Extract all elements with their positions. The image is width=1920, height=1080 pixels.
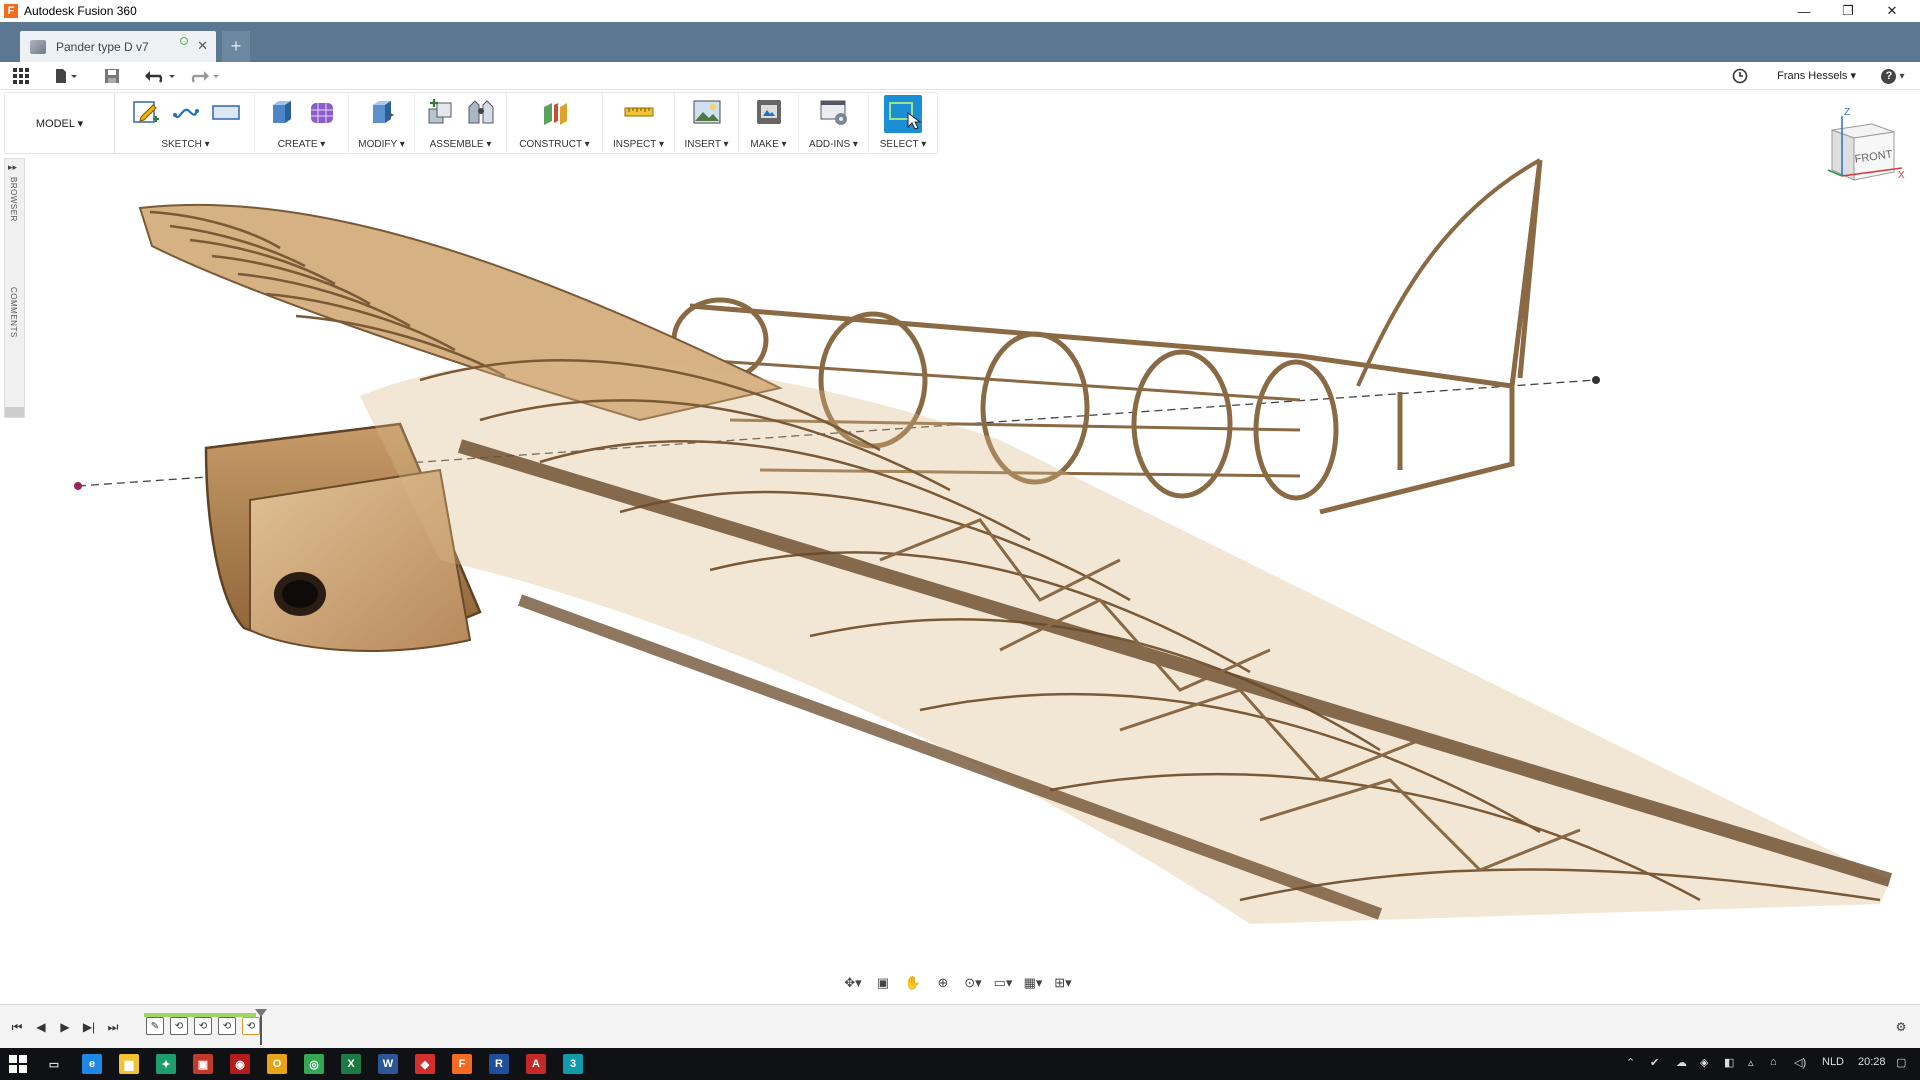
timeline-feature[interactable]: ⟲ [242, 1017, 260, 1035]
help-icon: ? [1881, 68, 1897, 84]
timeline: ⏮ ◀ ▶ ▶| ⏭ ✎ ⟲ ⟲ ⟲ ⟲ ⚙ [0, 1004, 1920, 1048]
title-bar: F Autodesk Fusion 360 — ❐ ✕ [0, 0, 1920, 22]
tray-overflow-icon[interactable]: ⌃ [1626, 1056, 1635, 1069]
sync-status-icon [180, 37, 188, 45]
file-menu-icon[interactable] [52, 67, 80, 85]
close-tab-icon[interactable]: ✕ [197, 38, 208, 54]
autocad-taskbar-icon[interactable]: A [526, 1054, 546, 1074]
tray-app-icon[interactable]: ☁ [1676, 1056, 1687, 1069]
viewports-icon[interactable]: ⊞▾ [1051, 973, 1075, 993]
orbit-icon[interactable]: ✥▾ [841, 973, 865, 993]
close-window-button[interactable]: ✕ [1870, 0, 1914, 22]
app-yellow-taskbar-icon[interactable]: O [267, 1054, 287, 1074]
data-panel-grid-icon[interactable] [12, 67, 30, 85]
windows-taskbar: ▭ e ▆ ✦ ▣ ◉ O ◎ X W ◆ F R A 3 ⌃ ✔ ☁ ◈ ◧ ▵ ⌂ ◁) NLD 20… [0, 1048, 1920, 1080]
user-account-menu[interactable]: Frans Hessels ▾ [1777, 69, 1856, 82]
tray-app-icon[interactable]: ✔ [1650, 1056, 1659, 1069]
app-acrobat-taskbar-icon[interactable]: ◆ [415, 1054, 435, 1074]
user-name: Frans Hessels [1777, 70, 1848, 82]
save-icon[interactable] [102, 67, 122, 85]
pan-hand-icon[interactable]: ✋ [901, 973, 925, 993]
look-at-icon[interactable]: ▣ [871, 973, 895, 993]
document-tab-strip: Pander type D v7 ✕ + [0, 22, 1920, 62]
explorer-taskbar-icon[interactable]: ▆ [119, 1054, 139, 1074]
timeline-sketch-feature[interactable]: ✎ [146, 1017, 164, 1035]
tray-app-icon[interactable]: ◧ [1724, 1056, 1734, 1069]
redo-icon[interactable] [186, 67, 222, 85]
timeline-marker-handle[interactable] [255, 1009, 267, 1017]
document-tab[interactable]: Pander type D v7 ✕ [20, 31, 216, 62]
go-to-start-icon[interactable]: ⏮ [8, 1018, 26, 1036]
display-settings-icon[interactable]: ▭▾ [991, 973, 1015, 993]
document-tab-label: Pander type D v7 [56, 39, 149, 54]
excel-taskbar-icon[interactable]: X [341, 1054, 361, 1074]
help-chevron-down-icon: ▾ [1899, 70, 1905, 82]
navigation-bar: ✥▾ ▣ ✋ ⊕ ⊙▾ ▭▾ ▦▾ ⊞▾ [835, 970, 1085, 996]
timeline-feature[interactable]: ⟲ [218, 1017, 236, 1035]
fit-zoom-icon[interactable]: ⊙▾ [961, 973, 985, 993]
undo-icon[interactable] [142, 67, 178, 85]
step-forward-icon[interactable]: ▶| [80, 1018, 98, 1036]
window-title: Autodesk Fusion 360 [24, 4, 137, 18]
volume-icon[interactable]: ◁) [1794, 1056, 1806, 1069]
step-back-icon[interactable]: ◀ [32, 1018, 50, 1036]
help-menu[interactable]: ? ▾ [1876, 67, 1910, 85]
network-icon[interactable]: ⌂ [1770, 1056, 1777, 1068]
fusion-taskbar-icon[interactable]: F [452, 1054, 472, 1074]
task-view-icon[interactable]: ▭ [44, 1054, 64, 1074]
tray-app-icon[interactable]: ◈ [1700, 1056, 1708, 1069]
app-circle-taskbar-icon[interactable]: ◉ [230, 1054, 250, 1074]
design-cube-icon [30, 39, 46, 54]
view-cube[interactable]: FRONT Z X [1818, 106, 1908, 196]
zoom-icon[interactable]: ⊕ [931, 973, 955, 993]
timeline-feature[interactable]: ⟲ [194, 1017, 212, 1035]
timeline-settings-gear-icon[interactable]: ⚙ [1892, 1018, 1910, 1036]
chevron-down-icon: ▾ [1850, 70, 1856, 82]
timeline-feature[interactable]: ⟲ [170, 1017, 188, 1035]
quick-access-toolbar: Frans Hessels ▾ ? ▾ [0, 62, 1920, 90]
chrome-taskbar-icon[interactable]: ◎ [304, 1054, 324, 1074]
z-axis-label: Z [1844, 107, 1850, 118]
x-axis-label: X [1898, 170, 1905, 181]
app-3-taskbar-icon[interactable]: 3 [563, 1054, 583, 1074]
tray-app-icon[interactable]: ▵ [1748, 1056, 1754, 1069]
input-language[interactable]: NLD [1822, 1056, 1844, 1068]
word-taskbar-icon[interactable]: W [378, 1054, 398, 1074]
go-to-end-icon[interactable]: ⏭ [104, 1018, 122, 1036]
play-icon[interactable]: ▶ [56, 1018, 74, 1036]
canvas-viewport[interactable] [0, 90, 1920, 1000]
app-green-taskbar-icon[interactable]: ✦ [156, 1054, 176, 1074]
revit-taskbar-icon[interactable]: R [489, 1054, 509, 1074]
new-tab-button[interactable]: + [222, 31, 250, 62]
app-red-taskbar-icon[interactable]: ▣ [193, 1054, 213, 1074]
action-center-icon[interactable]: ▢ [1896, 1056, 1906, 1069]
windows-start-icon[interactable] [8, 1054, 28, 1074]
right-wing [360, 359, 1893, 924]
job-status-clock-icon[interactable] [1730, 67, 1750, 85]
grid-settings-icon[interactable]: ▦▾ [1021, 973, 1045, 993]
restore-button[interactable]: ❐ [1826, 0, 1870, 22]
fusion-logo-icon: F [4, 4, 18, 18]
edge-taskbar-icon[interactable]: e [82, 1054, 102, 1074]
minimize-button[interactable]: — [1782, 0, 1826, 22]
system-clock[interactable]: 20:28 [1858, 1056, 1886, 1068]
